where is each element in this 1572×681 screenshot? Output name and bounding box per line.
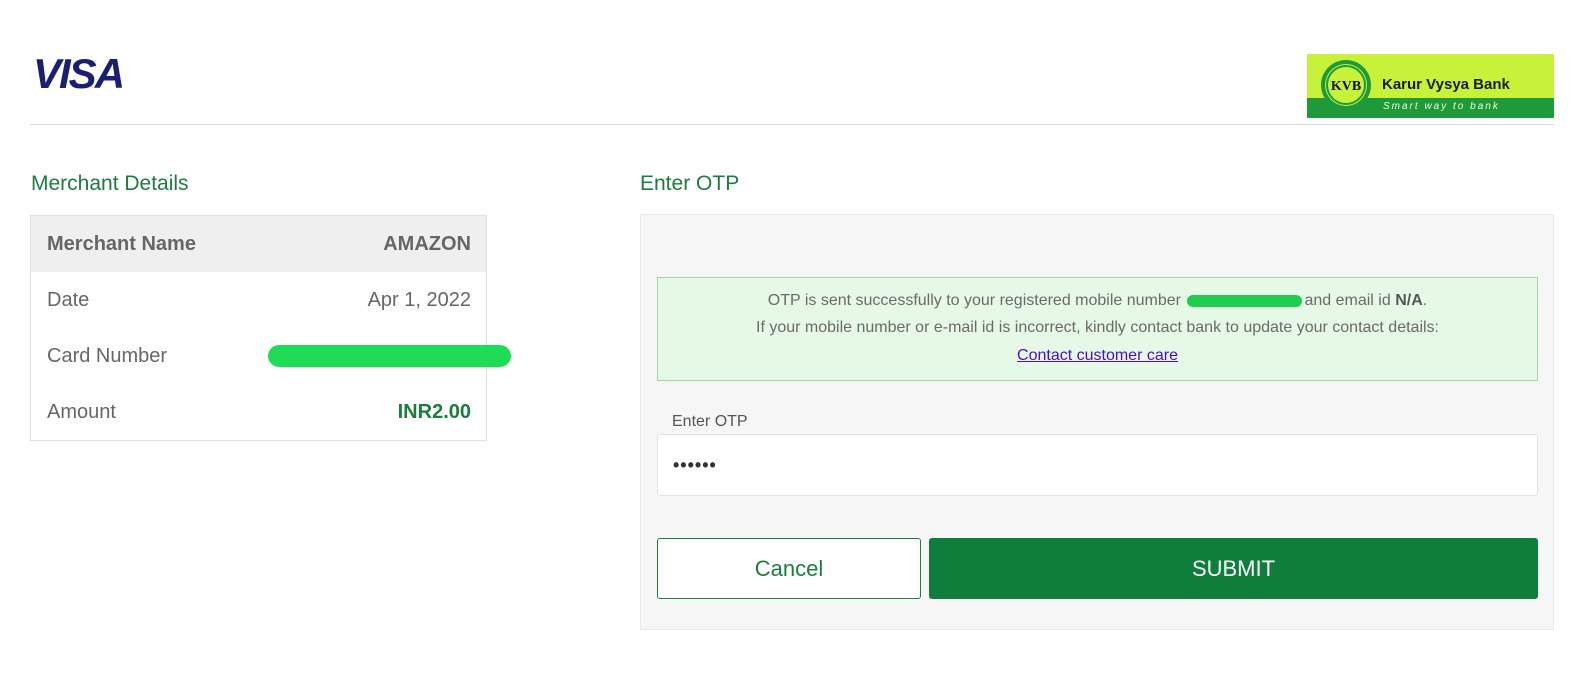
bank-tagline: Smart way to bank <box>1383 101 1500 112</box>
merchant-details-title: Merchant Details <box>31 172 189 195</box>
date-value: Apr 1, 2022 <box>367 289 471 311</box>
otp-field-label: Enter OTP <box>672 413 748 430</box>
otp-info-message: OTP is sent successfully to your registe… <box>657 277 1538 381</box>
email-id-value: N/A <box>1395 292 1423 309</box>
bank-emblem-text: KVB <box>1331 79 1361 94</box>
merchant-name-row: Merchant Name AMAZON <box>31 216 486 272</box>
contact-care-line: Contact customer care <box>658 347 1537 365</box>
card-number-row: Card Number <box>31 328 511 384</box>
date-label: Date <box>47 289 90 311</box>
amount-value: INR2.00 <box>397 401 471 423</box>
date-row: Date Apr 1, 2022 <box>31 272 486 328</box>
bank-name: Karur Vysya Bank <box>1382 76 1510 93</box>
merchant-details-table: Merchant Name AMAZON Date Apr 1, 2022 Ca… <box>30 215 511 441</box>
mobile-number-redaction <box>1187 294 1303 307</box>
visa-logo: VISA <box>33 50 145 97</box>
otp-sent-line: OTP is sent successfully to your registe… <box>658 292 1537 310</box>
enter-otp-title: Enter OTP <box>640 172 740 195</box>
otp-panel: OTP is sent successfully to your registe… <box>640 214 1554 630</box>
kvb-emblem-icon: KVB <box>1321 60 1371 110</box>
merchant-name-value: AMAZON <box>383 233 471 255</box>
submit-button[interactable]: SUBMIT <box>929 538 1538 599</box>
card-number-label: Card Number <box>47 345 168 367</box>
otp-sent-text: OTP is sent successfully to your registe… <box>767 292 1181 309</box>
contact-details-text: If your mobile number or e-mail id is in… <box>756 319 1439 336</box>
card-number-redaction <box>268 345 511 367</box>
cancel-button[interactable]: Cancel <box>657 538 921 599</box>
header-divider <box>30 124 1554 125</box>
bank-logo: KVB Karur Vysya Bank Smart way to bank <box>1307 54 1554 118</box>
contact-customer-care-link[interactable]: Contact customer care <box>1017 347 1178 364</box>
email-id-text: and email id <box>1304 292 1391 309</box>
otp-sent-period: . <box>1422 292 1428 309</box>
amount-row: Amount INR2.00 <box>31 384 486 440</box>
merchant-name-label: Merchant Name <box>47 233 196 255</box>
amount-label: Amount <box>47 401 116 423</box>
otp-input[interactable] <box>657 434 1538 496</box>
visa-logo-text: VISA <box>33 52 123 94</box>
